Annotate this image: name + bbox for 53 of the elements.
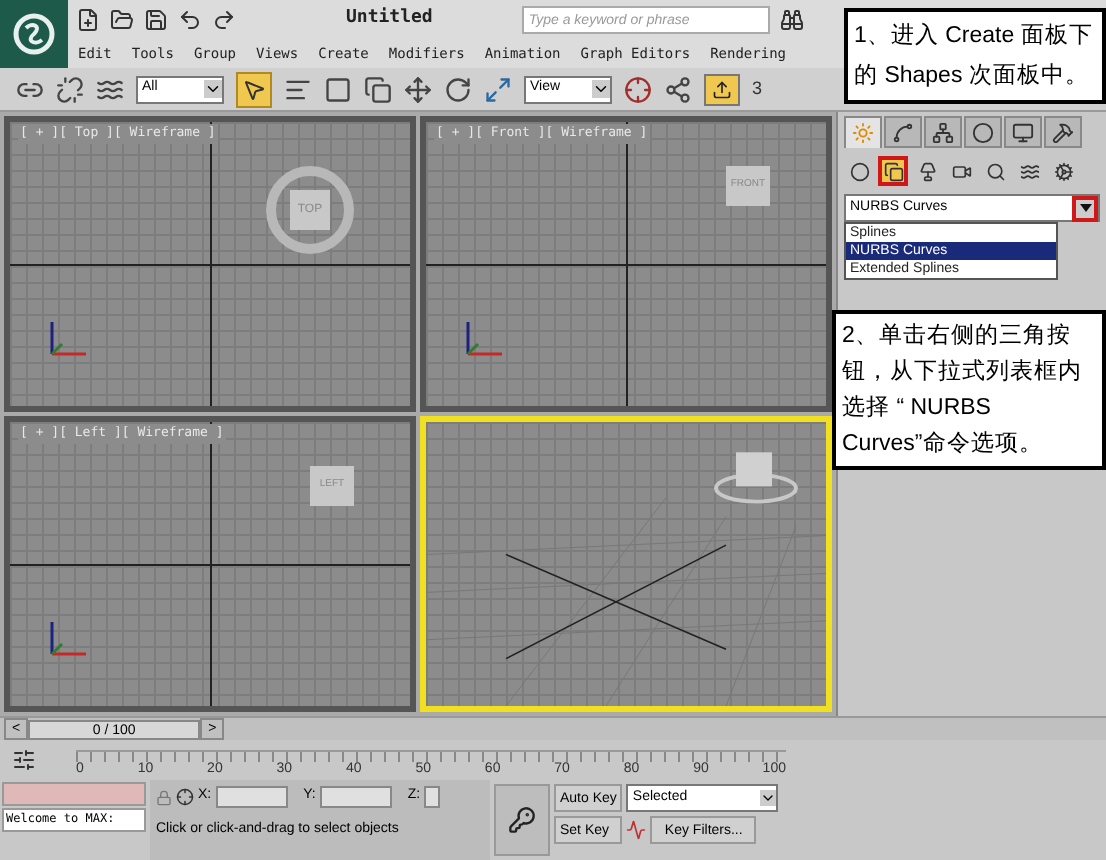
lamp-icon (917, 161, 937, 181)
upload-icon (712, 79, 732, 99)
new-file-icon[interactable] (76, 8, 100, 32)
waves-icon[interactable] (96, 75, 124, 103)
key-mode-button[interactable] (494, 784, 550, 856)
scale-icon[interactable] (484, 75, 512, 103)
maxscript-listener-field[interactable] (2, 782, 146, 806)
callout-note: 1、进入 Create 面板下的 Shapes 次面板中。 (844, 8, 1106, 104)
rotate-icon[interactable] (444, 75, 472, 103)
rectangle-selection-icon[interactable] (324, 75, 352, 103)
curve-icon (892, 121, 914, 143)
save-icon[interactable] (144, 8, 168, 32)
command-tab[interactable] (924, 116, 962, 148)
hammer-icon (1052, 121, 1074, 143)
snap-number[interactable]: 3 (752, 75, 763, 103)
binoculars-icon[interactable] (780, 8, 805, 32)
folder-icon[interactable] (110, 8, 134, 32)
undo-icon[interactable] (178, 8, 202, 32)
key-icon (508, 806, 536, 834)
subcategory-button[interactable] (878, 156, 908, 186)
magnifier-icon (985, 161, 1005, 181)
dropdown-arrow-icon[interactable] (204, 80, 222, 98)
y-field[interactable] (319, 786, 392, 808)
move-icon[interactable] (404, 75, 432, 103)
x-field[interactable] (215, 786, 288, 808)
dropdown-arrow-button[interactable] (1072, 195, 1098, 221)
dropdown-arrow-icon[interactable] (592, 80, 610, 98)
command-tab[interactable] (964, 116, 1002, 148)
app-logo-icon[interactable] (0, 0, 68, 68)
nodes-icon[interactable] (664, 75, 692, 103)
z-field[interactable] (424, 786, 441, 808)
select-object-button[interactable] (236, 71, 272, 107)
command-tab[interactable] (1004, 116, 1042, 148)
callout-note: 2、单击右侧的三角按钮，从下拉式列表框内选择 “ NURBS Curves”命令选项。 (832, 310, 1106, 470)
monitor-icon (1012, 121, 1034, 143)
sun-icon (852, 122, 874, 144)
shapes-icon (883, 161, 903, 181)
unlink-icon[interactable] (56, 75, 84, 103)
redo-icon[interactable] (212, 8, 236, 32)
gear-icon (1053, 161, 1073, 181)
window-title: Untitled (346, 6, 433, 33)
cursor-icon (242, 77, 266, 101)
caret-icon (1079, 204, 1091, 212)
hierarchy-icon (932, 121, 954, 143)
waves-icon (1019, 161, 1039, 181)
sphere-icon (849, 161, 869, 181)
manipulate-button[interactable] (704, 73, 740, 105)
dropdown-arrow-icon[interactable] (760, 790, 777, 806)
command-tab[interactable] (884, 116, 922, 148)
camera-icon (951, 161, 971, 181)
command-tab[interactable] (1044, 116, 1082, 148)
circle-icon (972, 121, 994, 143)
tangent-icon[interactable] (626, 820, 647, 840)
